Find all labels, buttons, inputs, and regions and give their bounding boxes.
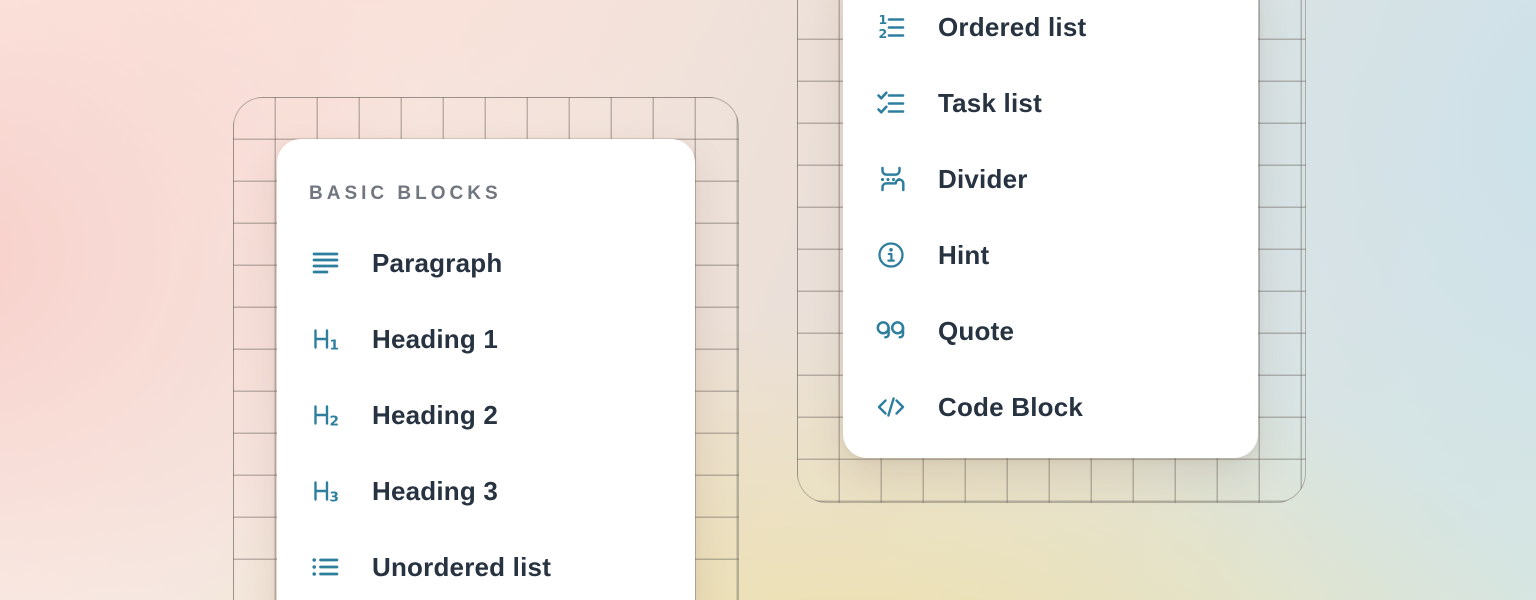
menu-item-label: Heading 2 — [372, 400, 498, 431]
basic-blocks-item-list: Paragraph 1 Heading 1 2 Heading 2 3 Head… — [277, 225, 695, 600]
menu-item-label: Hint — [938, 240, 989, 271]
heading-1-icon: 1 — [309, 323, 341, 355]
basic-blocks-menu: BASIC BLOCKS Paragraph 1 Heading 1 2 Hea… — [277, 139, 695, 600]
blocks-menu-continued: 12 Ordered list Task list Divider Hint — [843, 0, 1258, 458]
section-title-basic-blocks: BASIC BLOCKS — [277, 184, 695, 203]
svg-text:3: 3 — [330, 490, 339, 506]
menu-item[interactable]: Hint — [843, 217, 1258, 293]
menu-item[interactable]: Task list — [843, 65, 1258, 141]
menu-item[interactable]: 1 Heading 1 — [277, 301, 695, 377]
menu-item-label: Divider — [938, 164, 1028, 195]
unordered-list-icon — [309, 551, 341, 583]
hint-icon — [875, 239, 907, 271]
svg-text:2: 2 — [330, 414, 339, 430]
heading-3-icon: 3 — [309, 475, 341, 507]
menu-item[interactable]: Unordered list — [277, 529, 695, 600]
menu-item-label: Paragraph — [372, 248, 502, 279]
menu-item-label: Heading 3 — [372, 476, 498, 507]
menu-item[interactable]: 12 Ordered list — [843, 0, 1258, 65]
divider-icon — [875, 163, 907, 195]
menu-item[interactable]: 2 Heading 2 — [277, 377, 695, 453]
menu-item-label: Task list — [938, 88, 1042, 119]
paragraph-icon — [309, 247, 341, 279]
menu-item-label: Ordered list — [938, 12, 1086, 43]
ordered-list-icon: 12 — [875, 11, 907, 43]
menu-item[interactable]: Divider — [843, 141, 1258, 217]
menu-item[interactable]: 3 Heading 3 — [277, 453, 695, 529]
heading-2-icon: 2 — [309, 399, 341, 431]
menu-item-label: Code Block — [938, 392, 1083, 423]
svg-text:1: 1 — [330, 338, 339, 354]
menu-item[interactable]: Paragraph — [277, 225, 695, 301]
menu-item-label: Unordered list — [372, 552, 551, 583]
quote-icon — [875, 315, 907, 347]
task-list-icon — [875, 87, 907, 119]
blocks-item-list: 12 Ordered list Task list Divider Hint — [843, 0, 1258, 445]
menu-item[interactable]: Code Block — [843, 369, 1258, 445]
menu-item[interactable]: Quote — [843, 293, 1258, 369]
code-block-icon — [875, 391, 907, 423]
menu-item-label: Quote — [938, 316, 1014, 347]
page-background: BASIC BLOCKS Paragraph 1 Heading 1 2 Hea… — [0, 0, 1536, 600]
menu-item-label: Heading 1 — [372, 324, 498, 355]
svg-text:1: 1 — [879, 12, 888, 27]
svg-text:2: 2 — [879, 26, 888, 41]
